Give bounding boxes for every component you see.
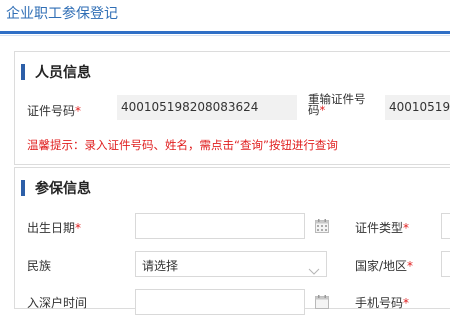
reenter-id-label-line2: 码	[308, 103, 320, 117]
reenter-id-label: 重输证件号 码*	[308, 93, 366, 117]
required-marker: *	[403, 221, 410, 235]
phone-label: 手机号码*	[355, 294, 409, 311]
ethnicity-select[interactable]: 请选择	[135, 251, 327, 277]
calendar-icon[interactable]	[315, 295, 329, 309]
query-hint: 温馨提示：录入证件号码、姓名，需点击“查询”按钮进行查询	[27, 138, 338, 152]
required-marker: *	[407, 259, 414, 273]
id-number-field[interactable]: 400105198208083624	[117, 95, 297, 120]
person-info-panel: 人员信息 证件号码* 400105198208083624 重输证件号 码* 4…	[14, 51, 450, 165]
id-type-label-text: 证件类型	[355, 221, 404, 235]
page-title: 企业职工参保登记	[6, 6, 118, 22]
id-number-label: 证件号码*	[27, 102, 81, 119]
reenter-id-field[interactable]: 40010519	[385, 95, 450, 120]
birth-date-label-text: 出生日期	[27, 221, 76, 235]
id-number-label-text: 证件号码	[27, 104, 76, 118]
required-marker: *	[75, 221, 82, 235]
ethnicity-selected-value: 请选择	[142, 259, 179, 273]
required-marker: *	[319, 103, 326, 117]
section-title: 参保信息	[35, 181, 91, 197]
ethnicity-label: 民族	[27, 259, 52, 273]
chevron-down-icon	[308, 261, 320, 275]
hire-date-label: 入深户时间	[27, 296, 88, 310]
section-accent-bar	[21, 64, 25, 80]
title-divider-shadow	[0, 35, 450, 36]
id-type-label: 证件类型*	[355, 219, 409, 236]
birth-date-label: 出生日期*	[27, 219, 81, 236]
insurance-info-panel: 参保信息 出生日期* 证件类型* 民族 请选择 国家/地区* 入深户时间 手机号…	[14, 167, 450, 315]
calendar-icon[interactable]	[315, 219, 329, 233]
country-select[interactable]	[441, 251, 450, 277]
birth-date-input[interactable]	[135, 213, 305, 239]
country-label-text: 国家/地区	[355, 259, 408, 273]
title-divider	[0, 31, 450, 34]
id-type-select[interactable]	[441, 213, 450, 239]
hire-date-input[interactable]	[135, 289, 305, 315]
required-marker: *	[75, 104, 82, 118]
phone-label-text: 手机号码	[355, 296, 404, 310]
required-marker: *	[403, 296, 410, 310]
section-accent-bar	[21, 180, 25, 196]
country-label: 国家/地区*	[355, 257, 413, 274]
section-title: 人员信息	[35, 65, 91, 81]
